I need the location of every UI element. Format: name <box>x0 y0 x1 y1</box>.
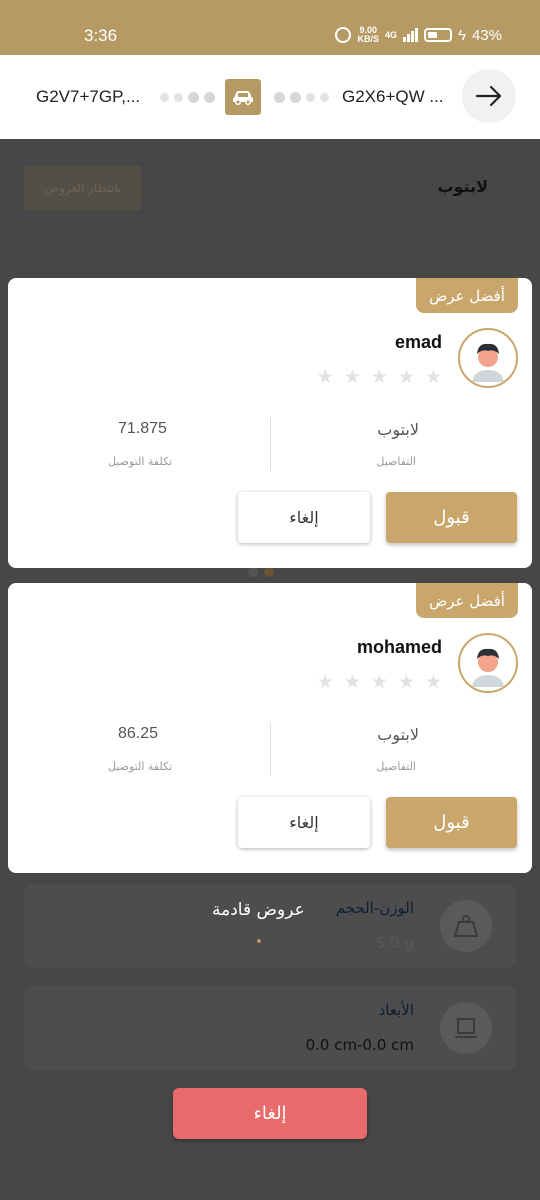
dimensions-value: 0.0 cm-0.0 cm <box>305 1036 414 1054</box>
accept-button[interactable]: قبول <box>386 492 517 543</box>
details-label: التفاصيل <box>376 760 416 773</box>
star-icon: ★ <box>316 671 334 693</box>
shipment-title: لابتوب <box>437 177 488 196</box>
delivery-cost-value: 71.875 <box>118 420 167 437</box>
loading-dot <box>257 939 261 943</box>
status-icons: 9.00 KB/S 4G ϟ 43% <box>335 26 502 44</box>
divider <box>270 723 271 776</box>
car-icon <box>225 79 261 115</box>
speed-unit: KB/S <box>357 34 379 44</box>
reject-button[interactable]: إلغاء <box>238 797 370 848</box>
delivery-cost-label: تكلفة التوصيل <box>108 455 173 468</box>
network-type: 4G <box>385 29 398 40</box>
divider <box>270 418 271 471</box>
kg-weight-icon <box>440 900 492 952</box>
details-value: لابتوب <box>377 725 419 744</box>
star-icon: ★ <box>424 366 442 388</box>
driver-name: mohamed <box>356 637 442 657</box>
star-icon: ★ <box>397 671 415 693</box>
weight-card: الوزن-الحجم 5.0 g <box>24 884 516 968</box>
delivery-cost-label: تكلفة التوصيل <box>108 760 173 773</box>
waiting-offers-badge: بانتظار العروض <box>24 166 142 210</box>
signal-icon <box>403 28 419 42</box>
network-speed: 9.00 KB/S <box>357 26 379 44</box>
star-icon: ★ <box>424 671 442 693</box>
dimensions-label: الأبعاد <box>378 1001 414 1019</box>
status-bar: 3:36 9.00 KB/S 4G ϟ 43% <box>0 0 540 55</box>
status-time: 3:36 <box>84 26 118 45</box>
delivery-cost-value: 86.25 <box>118 725 159 742</box>
alarm-icon <box>335 27 352 43</box>
weight-label: الوزن-الحجم <box>335 899 414 917</box>
avatar <box>458 633 518 693</box>
battery-percent: 43% <box>471 26 502 44</box>
arrow-right-icon[interactable] <box>462 69 516 123</box>
route-dots-left <box>160 92 215 103</box>
charging-icon: ϟ <box>458 26 466 44</box>
best-offer-badge: أفضل عرض <box>416 583 518 618</box>
box-icon <box>440 1002 492 1054</box>
details-value: لابتوب <box>377 420 419 439</box>
rating-stars: ★ ★ ★ ★ ★ <box>317 366 442 388</box>
offer-card: أفضل عرض mohamed ★ ★ ★ ★ ★ لابتوب التفاصيل 8… <box>8 583 532 873</box>
dimensions-card: الأبعاد 0.0 cm-0.0 cm <box>24 986 516 1070</box>
cancel-request-button[interactable]: إلغاء <box>173 1088 367 1139</box>
star-icon: ★ <box>343 366 361 388</box>
route-origin: G2V7+7GP,... <box>36 87 141 106</box>
route-destination: G2X6+QW ... <box>342 87 444 106</box>
star-icon: ★ <box>343 671 361 693</box>
battery-icon <box>424 28 453 42</box>
rating-stars: ★ ★ ★ ★ ★ <box>317 671 442 693</box>
offer-card: أفضل عرض emad ★ ★ ★ ★ ★ لابتوب التفاصيل 71.8… <box>8 278 532 568</box>
driver-name: emad <box>394 332 442 352</box>
pager-dots <box>248 567 274 577</box>
reject-button[interactable]: إلغاء <box>238 492 370 543</box>
star-icon: ★ <box>316 366 334 388</box>
star-icon: ★ <box>370 671 388 693</box>
best-offer-badge: أفضل عرض <box>416 278 518 313</box>
star-icon: ★ <box>397 366 415 388</box>
avatar <box>458 328 518 388</box>
star-icon: ★ <box>370 366 388 388</box>
accept-button[interactable]: قبول <box>386 797 517 848</box>
incoming-offers-label: عروض قادمة <box>212 900 305 920</box>
details-label: التفاصيل <box>376 455 416 468</box>
weight-value: 5.0 g <box>375 934 414 952</box>
route-dots-right <box>274 92 329 103</box>
